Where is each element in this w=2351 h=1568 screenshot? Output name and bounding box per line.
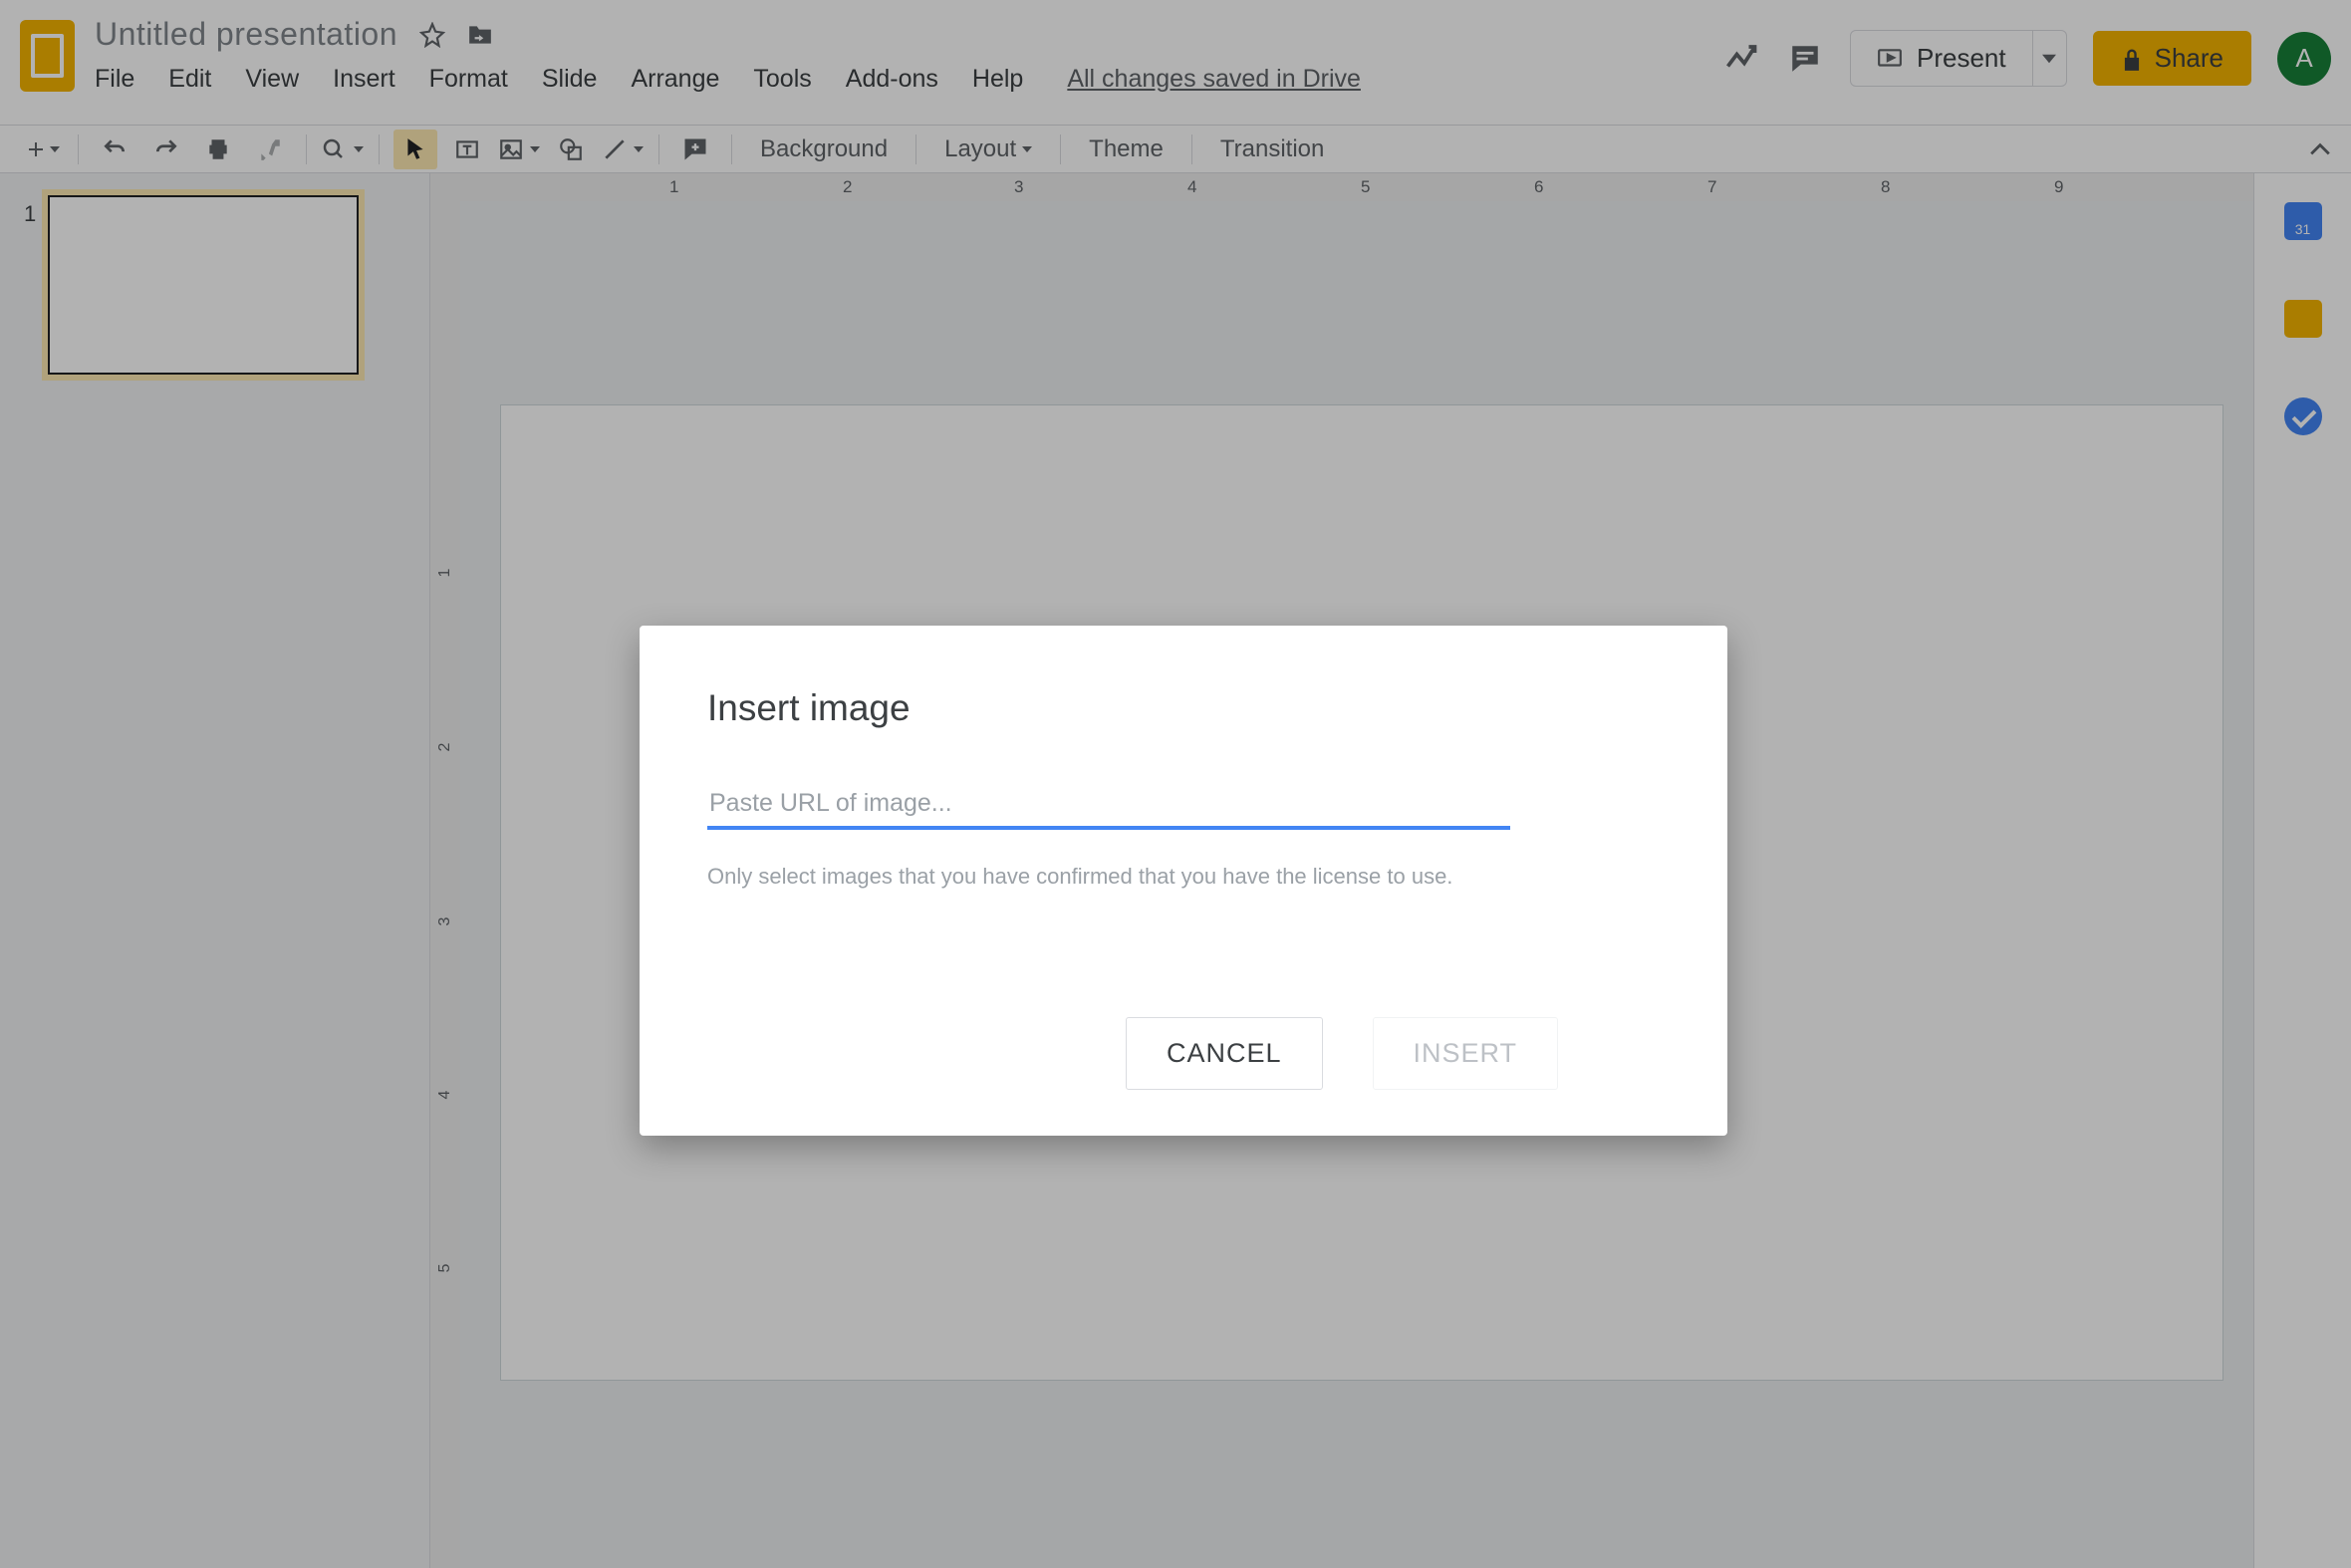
cancel-button[interactable]: CANCEL: [1126, 1017, 1323, 1090]
dialog-hint: Only select images that you have confirm…: [707, 864, 1660, 890]
insert-button[interactable]: INSERT: [1373, 1017, 1559, 1090]
app-root: Untitled presentation File Edit View Ins…: [0, 0, 2351, 1568]
dialog-actions: CANCEL INSERT: [1126, 1017, 1660, 1090]
image-url-input[interactable]: [707, 781, 1510, 830]
modal-backdrop[interactable]: Insert image Only select images that you…: [0, 0, 2351, 1568]
dialog-title: Insert image: [707, 687, 1660, 729]
insert-image-dialog: Insert image Only select images that you…: [640, 626, 1727, 1136]
